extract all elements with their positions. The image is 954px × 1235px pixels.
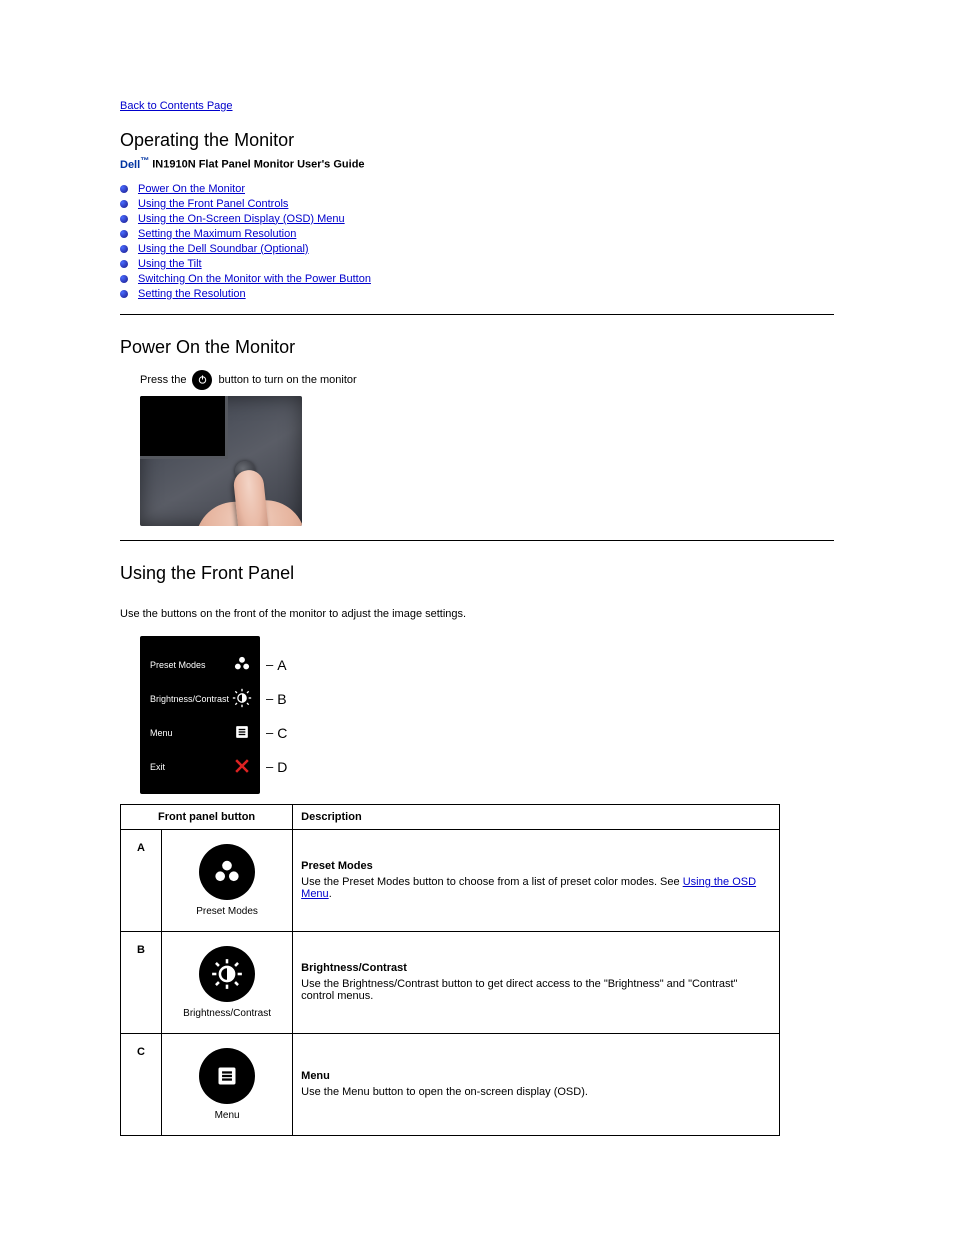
table-header-button: Front panel button bbox=[121, 804, 293, 829]
preset-modes-icon bbox=[232, 654, 252, 676]
menu-icon bbox=[199, 1048, 255, 1104]
divider bbox=[120, 540, 834, 541]
power-icon bbox=[192, 370, 212, 390]
panel-label-menu: Menu bbox=[150, 728, 173, 738]
exit-icon bbox=[232, 756, 252, 778]
toc-link[interactable]: Setting the Maximum Resolution bbox=[138, 228, 296, 240]
callout-c: –C bbox=[266, 716, 287, 750]
front-panel-intro: Use the buttons on the front of the moni… bbox=[120, 608, 834, 620]
bullet-icon bbox=[120, 275, 128, 283]
toc-link[interactable]: Using the Dell Soundbar (Optional) bbox=[138, 243, 309, 255]
brightness-contrast-icon bbox=[232, 688, 252, 710]
row-description: Brightness/Contrast Use the Brightness/C… bbox=[293, 931, 780, 1033]
section-front-panel-heading: Using the Front Panel bbox=[120, 563, 834, 584]
callout-a: –A bbox=[266, 648, 287, 682]
row-letter: A bbox=[121, 829, 162, 931]
row-description: Menu Use the Menu button to open the on-… bbox=[293, 1033, 780, 1135]
front-panel-buttons-table: Front panel button Description A Preset … bbox=[120, 804, 780, 1136]
table-row: A Preset Modes Preset Modes Use the Pres… bbox=[121, 829, 780, 931]
callout-b: –B bbox=[266, 682, 287, 716]
table-of-contents: Power On the Monitor Using the Front Pan… bbox=[120, 183, 834, 300]
row-description: Preset Modes Use the Preset Modes button… bbox=[293, 829, 780, 931]
toc-link[interactable]: Setting the Resolution bbox=[138, 288, 246, 300]
panel-label-preset: Preset Modes bbox=[150, 660, 206, 670]
page-title: Operating the Monitor bbox=[120, 130, 834, 151]
bullet-icon bbox=[120, 245, 128, 253]
icon-caption: Preset Modes bbox=[162, 906, 292, 917]
front-panel-diagram: Preset Modes Brightness/Contrast bbox=[140, 636, 300, 794]
row-letter: B bbox=[121, 931, 162, 1033]
brightness-contrast-icon bbox=[199, 946, 255, 1002]
preset-modes-icon bbox=[199, 844, 255, 900]
bullet-icon bbox=[120, 230, 128, 238]
table-header-description: Description bbox=[293, 804, 780, 829]
icon-caption: Menu bbox=[162, 1110, 292, 1121]
back-to-contents-link[interactable]: Back to Contents Page bbox=[120, 100, 233, 112]
table-row: C Menu Menu Use the Menu button to open … bbox=[121, 1033, 780, 1135]
panel-label-exit: Exit bbox=[150, 762, 165, 772]
monitor-power-photo bbox=[140, 396, 302, 526]
toc-link[interactable]: Using the Front Panel Controls bbox=[138, 198, 288, 210]
bullet-icon bbox=[120, 215, 128, 223]
bullet-icon bbox=[120, 290, 128, 298]
bullet-icon bbox=[120, 185, 128, 193]
divider bbox=[120, 314, 834, 315]
bullet-icon bbox=[120, 200, 128, 208]
toc-link[interactable]: Power On the Monitor bbox=[138, 183, 245, 195]
toc-link[interactable]: Using the On-Screen Display (OSD) Menu bbox=[138, 213, 345, 225]
panel-label-brightness: Brightness/Contrast bbox=[150, 694, 229, 704]
bullet-icon bbox=[120, 260, 128, 268]
row-letter: C bbox=[121, 1033, 162, 1135]
toc-link[interactable]: Switching On the Monitor with the Power … bbox=[138, 273, 371, 285]
product-subtitle: Dell™ IN1910N Flat Panel Monitor User's … bbox=[120, 155, 834, 171]
toc-link[interactable]: Using the Tilt bbox=[138, 258, 202, 270]
table-row: B Brightness/Contrast bbox=[121, 931, 780, 1033]
section-power-heading: Power On the Monitor bbox=[120, 337, 834, 358]
power-instruction: Press the button to turn on the monitor bbox=[140, 370, 834, 390]
icon-caption: Brightness/Contrast bbox=[162, 1008, 292, 1019]
callout-d: –D bbox=[266, 750, 287, 784]
menu-icon bbox=[232, 722, 252, 744]
